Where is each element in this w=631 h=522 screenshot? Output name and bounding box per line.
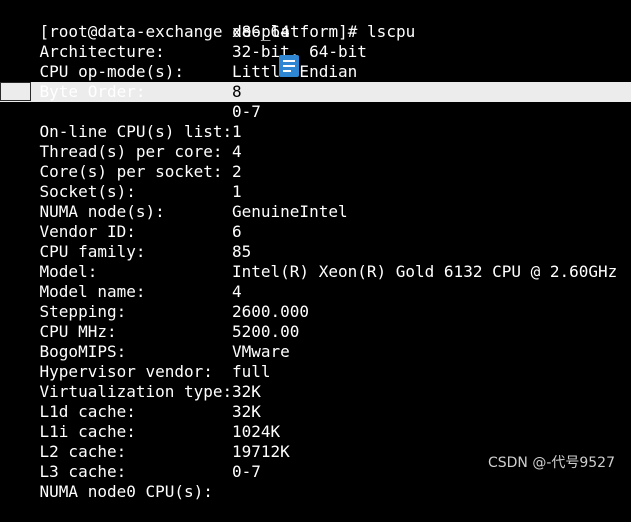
row-value: 6 (232, 222, 242, 241)
row-value: GenuineIntel (232, 202, 348, 221)
row-value: 8 (232, 82, 242, 101)
row-value: full (232, 362, 271, 381)
row-value: Intel(R) Xeon(R) Gold 6132 CPU @ 2.60GHz (232, 262, 618, 281)
row-value: 32-bit, 64-bit (232, 42, 367, 61)
lscpu-row-sockets: Socket(s): 2 (1, 162, 242, 201)
row-value: 1024K (232, 422, 281, 441)
row-value: 19712K (232, 442, 290, 461)
document-icon[interactable] (279, 55, 299, 77)
row-value: 85 (232, 242, 252, 261)
lscpu-row-hypervisor: Hypervisor vendor: VMware (1, 342, 290, 381)
lscpu-row-stepping: Stepping: 4 (1, 282, 242, 321)
row-value: VMware (232, 342, 290, 361)
lscpu-row-cpu-family: CPU family: 6 (1, 222, 242, 261)
row-value: 1 (232, 122, 242, 141)
lscpu-row-threads: Thread(s) per core: 1 (1, 122, 242, 161)
selection-cursor (0, 82, 31, 101)
lscpu-row-l2: L2 cache: 1024K (1, 422, 281, 461)
row-value: 4 (232, 142, 242, 161)
row-value: 5200.00 (232, 322, 300, 341)
lscpu-row-l1d: L1d cache: 32K (1, 382, 261, 421)
command-prompt: [root@data-exchange de-platform]# lscpu (1, 2, 416, 41)
lscpu-row-model-name: Model name: Intel(R) Xeon(R) Gold 6132 CP… (1, 262, 618, 301)
lscpu-row-model: Model: 85 (1, 242, 252, 281)
row-value: 32K (232, 402, 261, 421)
row-value: 1 (232, 182, 242, 201)
lscpu-row-virtualization: Virtualization type: full (1, 362, 271, 401)
row-label: NUMA node0 CPU(s): (39, 482, 213, 501)
row-value: 0-7 (232, 102, 261, 121)
row-value: 32K (232, 382, 261, 401)
lscpu-row-bogomips: BogoMIPS: 5200.00 (1, 322, 300, 361)
lscpu-row-l3: L3 cache: 19712K (1, 442, 290, 481)
lscpu-row-l1i: L1i cache: 32K (1, 402, 261, 441)
lscpu-row-online-cpus: On-line CPU(s) list: 0-7 (1, 102, 261, 141)
lscpu-row-architecture: Architecture: x86_64 (1, 22, 290, 61)
lscpu-row-cpu-mhz: CPU MHz: 2600.000 (1, 302, 310, 341)
lscpu-row-cores: Core(s) per socket: 4 (1, 142, 242, 181)
terminal-window[interactable]: [root@data-exchange de-platform]# lscpu … (0, 0, 631, 501)
row-value: 2600.000 (232, 302, 310, 321)
lscpu-row-vendor: Vendor ID: GenuineIntel (1, 202, 348, 241)
row-value: x86_64 (232, 22, 290, 41)
lscpu-row-numa-nodes: NUMA node(s): 1 (1, 182, 242, 221)
lscpu-row-op-mode: CPU op-mode(s): 32-bit, 64-bit (1, 42, 367, 81)
csdn-watermark: CSDN @-代号9527 (487, 455, 615, 471)
lscpu-row-byte-order: Byte Order: Little Endian (1, 62, 358, 101)
row-value: 2 (232, 162, 242, 181)
row-value: 0-7 (232, 462, 261, 481)
row-value: 4 (232, 282, 242, 301)
lscpu-row-numa-node0: NUMA node0 CPU(s): 0-7 (1, 462, 261, 501)
